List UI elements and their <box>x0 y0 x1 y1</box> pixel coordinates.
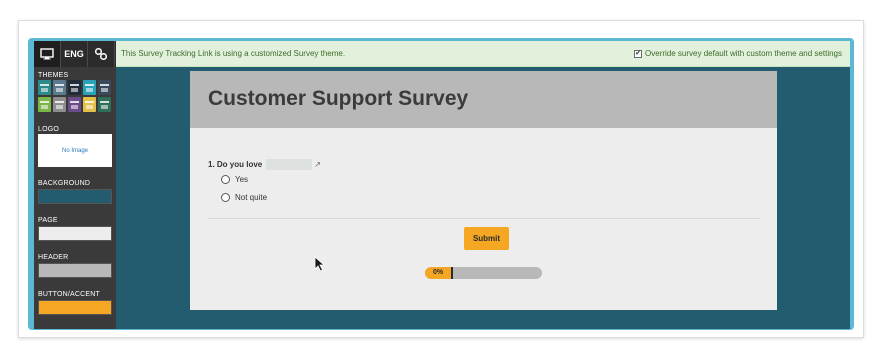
theme-sidebar: ENG THEMES LOGO No Image BACKGROUND PAGE <box>34 41 116 329</box>
background-color-swatch[interactable] <box>38 189 112 204</box>
theme-thumbnail[interactable] <box>83 97 96 112</box>
header-color-swatch[interactable] <box>38 263 112 278</box>
option-not-quite[interactable]: Not quite <box>221 193 267 202</box>
theme-thumbnail[interactable] <box>68 80 81 95</box>
progress-marker <box>451 267 453 279</box>
theme-thumbnail[interactable] <box>98 80 111 95</box>
divider <box>208 218 760 219</box>
logo-label: LOGO <box>38 126 60 133</box>
radio-not-quite[interactable] <box>221 193 230 202</box>
sidebar-toolbar: ENG <box>34 41 116 67</box>
progress-bar: 0% <box>425 267 542 279</box>
survey-preview: Customer Support Survey 1. Do you love ↗… <box>190 71 777 310</box>
themes-label: THEMES <box>38 72 69 79</box>
page: ENG THEMES LOGO No Image BACKGROUND PAGE <box>0 0 873 350</box>
override-checkbox[interactable]: ✔ <box>634 49 643 58</box>
question-label: 1. Do you love <box>208 160 263 169</box>
theme-thumbnails <box>38 80 112 112</box>
link-icon <box>94 47 108 61</box>
option-yes-label: Yes <box>235 175 249 184</box>
theme-thumbnail[interactable] <box>53 97 66 112</box>
override-label: Override survey default with custom them… <box>645 49 842 58</box>
external-link-icon: ↗ <box>314 160 321 169</box>
theme-thumbnail[interactable] <box>38 80 51 95</box>
desktop-view-button[interactable] <box>34 41 61 67</box>
theme-thumbnail[interactable] <box>53 80 66 95</box>
survey-title: Customer Support Survey <box>208 87 469 110</box>
radio-yes[interactable] <box>221 175 230 184</box>
accent-color-swatch[interactable] <box>38 300 112 315</box>
page-color-swatch[interactable] <box>38 226 112 241</box>
background-label: BACKGROUND <box>38 180 91 187</box>
submit-button[interactable]: Submit <box>464 227 509 250</box>
accent-label: BUTTON/ACCENT <box>38 291 100 298</box>
theme-notice-banner: This Survey Tracking Link is using a cus… <box>116 41 850 67</box>
link-button[interactable] <box>88 41 115 67</box>
mouse-cursor-icon <box>314 256 326 272</box>
logo-upload[interactable]: No Image <box>38 134 112 167</box>
page-label: PAGE <box>38 217 58 224</box>
theme-thumbnail[interactable] <box>38 97 51 112</box>
survey-header: Customer Support Survey <box>190 71 777 128</box>
progress-text: 0% <box>433 269 444 276</box>
option-not-quite-label: Not quite <box>235 193 268 202</box>
override-toggle[interactable]: ✔ Override survey default with custom th… <box>634 49 842 58</box>
theme-thumbnail[interactable] <box>83 80 96 95</box>
option-yes[interactable]: Yes <box>221 175 248 184</box>
theme-editor: ENG THEMES LOGO No Image BACKGROUND PAGE <box>34 41 850 329</box>
desktop-icon <box>40 48 54 60</box>
banner-text: This Survey Tracking Link is using a cus… <box>121 49 346 58</box>
question-text: 1. Do you love ↗ <box>208 159 321 170</box>
redacted-text <box>266 159 313 170</box>
language-button[interactable]: ENG <box>61 41 88 67</box>
theme-thumbnail[interactable] <box>68 97 81 112</box>
language-label: ENG <box>64 49 84 59</box>
logo-placeholder: No Image <box>61 147 88 154</box>
header-label: HEADER <box>38 254 69 261</box>
theme-thumbnail[interactable] <box>98 97 111 112</box>
